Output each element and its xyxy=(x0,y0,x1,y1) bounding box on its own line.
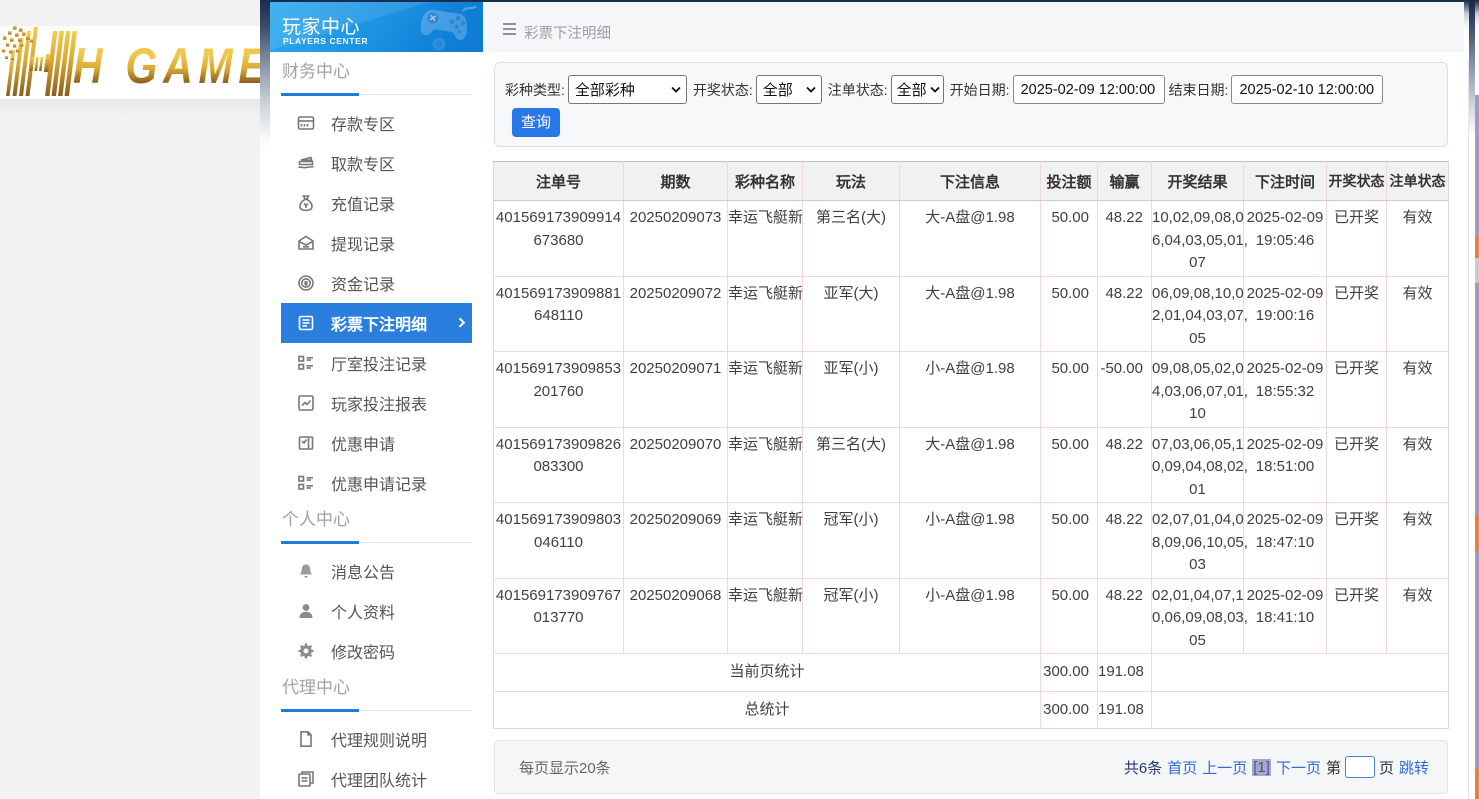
svg-text:H GAME: H GAME xyxy=(73,38,260,94)
